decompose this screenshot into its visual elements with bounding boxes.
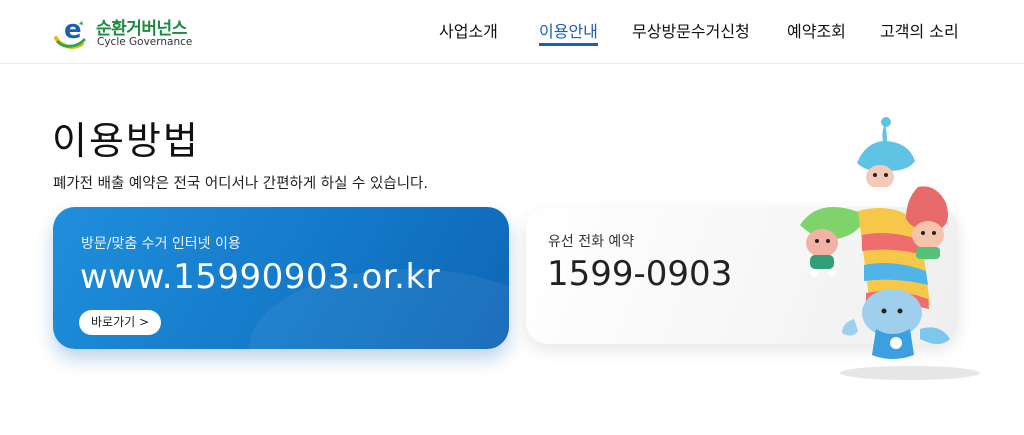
- nav-item-customer-voice[interactable]: 고객의 소리: [880, 18, 959, 42]
- nav-item-business-intro[interactable]: 사업소개: [439, 18, 498, 42]
- online-reservation-card: 방문/맞춤 수거 인터넷 이용 www.15990903.or.kr 바로가기 …: [53, 207, 509, 349]
- phone-card-number: 1599-0903: [547, 254, 733, 294]
- active-nav-indicator: [539, 43, 598, 46]
- phone-card-label: 유선 전화 예약: [548, 234, 635, 250]
- nav-item-usage-guide-label: 이용안내: [539, 22, 598, 41]
- site-header: e 순환거버넌스 Cycle Governance 사업소개 이용안내 무상방문…: [0, 0, 1024, 64]
- mascot-characters-icon: [800, 117, 980, 380]
- nav-item-usage-guide[interactable]: 이용안내: [539, 18, 598, 46]
- go-to-site-button[interactable]: 바로가기 >: [79, 310, 162, 335]
- main-nav: 사업소개 이용안내 무상방문수거신청 예약조회 고객의 소리: [0, 18, 1024, 48]
- online-card-label: 방문/맞춤 수거 인터넷 이용: [81, 236, 241, 252]
- page-description: 폐가전 배출 예약은 전국 어디서나 간편하게 하실 수 있습니다.: [53, 176, 428, 192]
- nav-item-reservation-lookup[interactable]: 예약조회: [787, 18, 846, 42]
- page-title: 이용방법: [52, 119, 200, 163]
- nav-item-free-pickup-request[interactable]: 무상방문수거신청: [632, 18, 750, 42]
- online-card-url: www.15990903.or.kr: [80, 257, 441, 297]
